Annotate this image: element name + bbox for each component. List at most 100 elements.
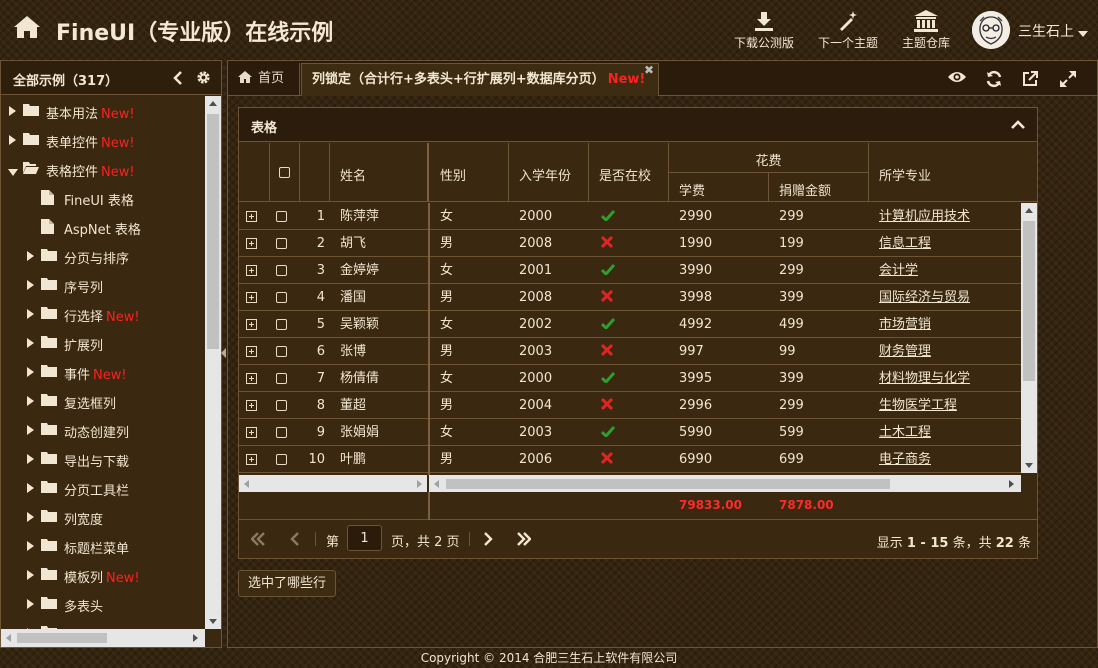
sidebar-item[interactable]: 合计行	[1, 618, 205, 629]
sidebar-item[interactable]: 表格控件 New!	[1, 154, 205, 183]
cell-major-link[interactable]: 生物医学工程	[879, 392, 957, 419]
sidebar-item[interactable]: 列宽度	[1, 502, 205, 531]
caret-right-icon[interactable]	[27, 424, 34, 439]
cell-major-link[interactable]: 信息工程	[879, 230, 931, 257]
header-year[interactable]: 入学年份	[509, 143, 589, 202]
expand-row-icon[interactable]	[246, 400, 257, 411]
expand-row-icon[interactable]	[246, 346, 257, 357]
scrollbar-thumb[interactable]	[207, 114, 219, 349]
cell-major-link[interactable]: 市场营销	[879, 311, 931, 338]
sidebar-item[interactable]: FineUI 表格	[1, 183, 205, 212]
expand-row-icon[interactable]	[246, 373, 257, 384]
sidebar-item[interactable]: 复选框列	[1, 386, 205, 415]
cell-major-link[interactable]: 国际经济与贸易	[879, 284, 970, 311]
close-icon[interactable]: ✖	[644, 63, 654, 77]
page-number-input[interactable]	[347, 525, 382, 551]
chevron-left-icon[interactable]	[173, 71, 183, 89]
avatar[interactable]	[972, 11, 1010, 49]
theme-store-button[interactable]: 主题仓库	[898, 8, 954, 51]
caret-right-icon[interactable]	[27, 250, 34, 265]
header-atschool[interactable]: 是否在校	[589, 143, 669, 202]
eye-icon[interactable]	[947, 70, 967, 88]
expand-icon[interactable]	[1059, 70, 1077, 92]
last-page-icon[interactable]	[517, 532, 532, 550]
cell-major-link[interactable]: 土木工程	[879, 419, 931, 446]
row-checkbox[interactable]	[276, 265, 287, 276]
scrollbar-thumb[interactable]	[1023, 221, 1035, 381]
caret-right-icon[interactable]	[27, 337, 34, 352]
locked-horizontal-scrollbar[interactable]	[239, 475, 427, 492]
prev-page-icon[interactable]	[290, 532, 300, 550]
sidebar-item[interactable]: 序号列	[1, 270, 205, 299]
header-major[interactable]: 所学专业	[869, 143, 1037, 202]
sidebar-item[interactable]: 扩展列	[1, 328, 205, 357]
download-button[interactable]: 下载公测版	[732, 8, 796, 51]
sidebar-item[interactable]: 多表头	[1, 589, 205, 618]
grid-horizontal-scrollbar[interactable]	[429, 475, 1021, 492]
caret-right-icon[interactable]	[9, 105, 16, 120]
chevron-up-icon[interactable]	[1011, 119, 1025, 134]
caret-right-icon[interactable]	[27, 308, 34, 323]
sidebar-item[interactable]: 分页与排序	[1, 241, 205, 270]
refresh-icon[interactable]	[985, 70, 1003, 92]
sidebar-item[interactable]: 导出与下载	[1, 444, 205, 473]
caret-right-icon[interactable]	[27, 453, 34, 468]
grid-vertical-scrollbar[interactable]	[1021, 203, 1037, 473]
header-name[interactable]: 姓名	[330, 143, 429, 202]
cell-major-link[interactable]: 材料物理与化学	[879, 365, 970, 392]
expand-row-icon[interactable]	[246, 265, 257, 276]
select-all-header[interactable]	[270, 143, 300, 202]
row-checkbox[interactable]	[276, 427, 287, 438]
home-icon[interactable]	[12, 14, 42, 44]
row-checkbox[interactable]	[276, 373, 287, 384]
show-selected-rows-button[interactable]: 选中了哪些行	[238, 570, 336, 597]
cell-major-link[interactable]: 计算机应用技术	[879, 203, 970, 230]
expand-row-icon[interactable]	[246, 454, 257, 465]
caret-right-icon[interactable]	[27, 482, 34, 497]
gear-icon[interactable]	[196, 70, 211, 89]
first-page-icon[interactable]	[250, 532, 265, 550]
caret-down-icon[interactable]	[1078, 26, 1088, 41]
row-checkbox[interactable]	[276, 346, 287, 357]
next-page-icon[interactable]	[483, 532, 493, 550]
expand-row-icon[interactable]	[246, 211, 257, 222]
sidebar-item[interactable]: 事件 New!	[1, 357, 205, 386]
row-checkbox[interactable]	[276, 211, 287, 222]
sidebar-horizontal-scrollbar[interactable]	[1, 629, 205, 647]
expand-row-icon[interactable]	[246, 319, 257, 330]
header-donation[interactable]: 捐赠金额	[769, 173, 869, 202]
external-link-icon[interactable]	[1021, 70, 1039, 92]
caret-right-icon[interactable]	[27, 366, 34, 381]
sidebar-item[interactable]: 动态创建列	[1, 415, 205, 444]
caret-right-icon[interactable]	[27, 540, 34, 555]
caret-right-icon[interactable]	[27, 598, 34, 613]
sidebar-item[interactable]: 标题栏菜单	[1, 531, 205, 560]
next-theme-button[interactable]: 下一个主题	[815, 8, 881, 51]
sidebar-item[interactable]: 行选择 New!	[1, 299, 205, 328]
expand-row-icon[interactable]	[246, 427, 257, 438]
row-checkbox[interactable]	[276, 454, 287, 465]
sidebar-item[interactable]: 表单控件 New!	[1, 125, 205, 154]
caret-right-icon[interactable]	[27, 395, 34, 410]
scrollbar-thumb[interactable]	[446, 479, 890, 489]
user-name[interactable]: 三生石上	[1018, 21, 1074, 41]
sidebar-item[interactable]: 基本用法 New!	[1, 96, 205, 125]
header-fee[interactable]: 学费	[669, 173, 769, 202]
caret-down-icon[interactable]	[8, 165, 18, 180]
row-checkbox[interactable]	[276, 400, 287, 411]
caret-right-icon[interactable]	[27, 279, 34, 294]
cell-major-link[interactable]: 电子商务	[879, 446, 931, 473]
row-checkbox[interactable]	[276, 319, 287, 330]
cell-major-link[interactable]: 财务管理	[879, 338, 931, 365]
expand-row-icon[interactable]	[246, 238, 257, 249]
sidebar-item[interactable]: 分页工具栏	[1, 473, 205, 502]
sidebar-vertical-scrollbar[interactable]	[205, 96, 221, 629]
scrollbar-thumb[interactable]	[17, 633, 107, 643]
row-checkbox[interactable]	[276, 238, 287, 249]
tab-home[interactable]: 首页	[228, 63, 300, 96]
row-checkbox[interactable]	[276, 292, 287, 303]
caret-right-icon[interactable]	[27, 569, 34, 584]
tab-active[interactable]: 列锁定（合计行+多表头+行扩展列+数据库分页） New!	[301, 63, 659, 96]
cell-major-link[interactable]: 会计学	[879, 257, 918, 284]
sidebar-item[interactable]: AspNet 表格	[1, 212, 205, 241]
